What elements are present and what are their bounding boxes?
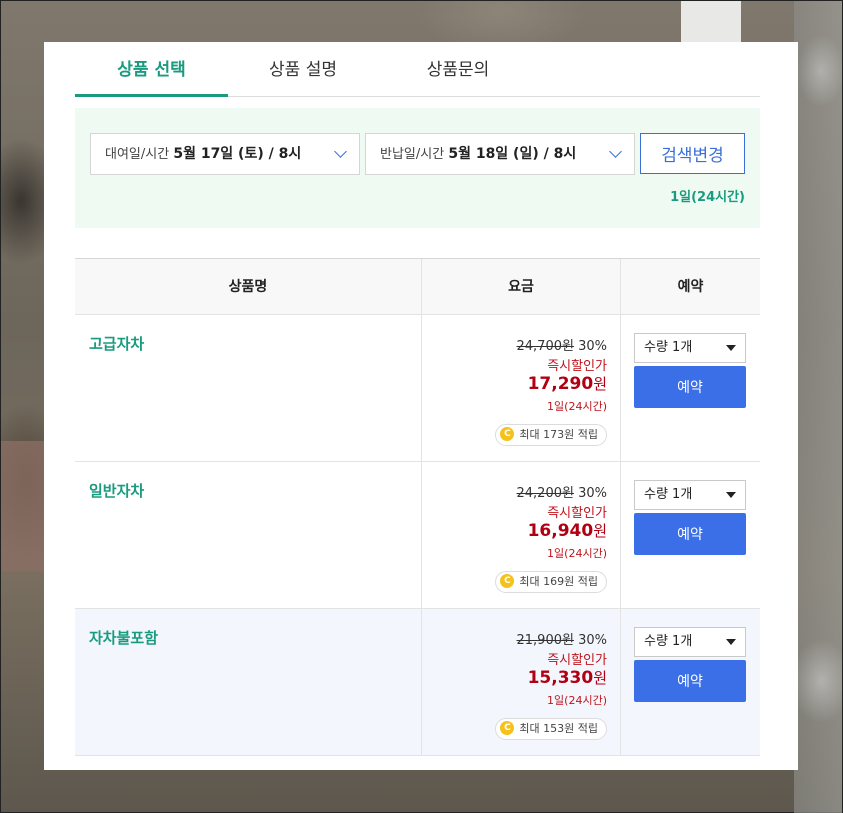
original-price-value: 21,900원: [516, 633, 574, 648]
discount-price-value: 15,330: [527, 668, 594, 688]
price-duration: 1일(24시간): [547, 547, 607, 560]
product-panel: 상품 선택 상품 설명 상품문의 대여일/시간 5월 17일 (토) / 8시 …: [44, 42, 798, 770]
search-box: 대여일/시간 5월 17일 (토) / 8시 반납일/시간 5월 18일 (일)…: [75, 108, 760, 228]
table-row: 일반자차 24,200원 30% 즉시할인가 16,940원 1일(24시간) …: [75, 462, 760, 609]
booking-cell: 수량 1개 예약: [621, 462, 760, 608]
points-badge: C 최대 173원 적립: [495, 424, 607, 446]
discount-price-value: 16,940: [527, 521, 594, 541]
instant-discount-label: 즉시할인가: [547, 506, 607, 521]
original-price-value: 24,200원: [516, 486, 574, 501]
coin-icon: C: [500, 427, 515, 441]
product-name-link[interactable]: 고급자차: [89, 333, 144, 354]
price-cell: 21,900원 30% 즉시할인가 15,330원 1일(24시간) C 최대 1…: [422, 609, 621, 755]
return-date-label: 반납일/시간: [380, 147, 445, 162]
instant-discount-label: 즉시할인가: [547, 359, 607, 374]
points-text: 최대 173원 적립: [519, 428, 598, 441]
points-text: 최대 169원 적립: [519, 575, 598, 588]
quantity-value: 수량 1개: [644, 340, 693, 355]
background-road: [794, 1, 842, 813]
discount-price-value: 17,290: [527, 374, 594, 394]
rental-date-value: 5월 17일 (토) / 8시: [173, 146, 302, 162]
price-duration: 1일(24시간): [547, 694, 607, 707]
discount-price: 15,330원: [528, 667, 607, 688]
product-table: 상품명 요금 예약 고급자차 24,700원 30% 즉시할인가 17,290원…: [75, 258, 760, 756]
caret-down-icon: [726, 639, 736, 645]
price-cell: 24,700원 30% 즉시할인가 17,290원 1일(24시간) C 최대 1…: [422, 315, 621, 461]
original-price-value: 24,700원: [516, 339, 574, 354]
original-price: 21,900원 30%: [517, 629, 608, 648]
booking-cell: 수량 1개 예약: [621, 315, 760, 461]
caret-down-icon: [726, 492, 736, 498]
currency-unit: 원: [593, 669, 607, 687]
points-text: 최대 153원 적립: [519, 722, 598, 735]
rental-duration: 1일(24시간): [670, 190, 745, 205]
rental-date-select[interactable]: 대여일/시간 5월 17일 (토) / 8시: [90, 133, 360, 175]
tab-product-inquiry[interactable]: 상품문의: [378, 42, 538, 97]
caret-down-icon: [726, 345, 736, 351]
quantity-select[interactable]: 수량 1개: [634, 333, 746, 363]
search-change-button[interactable]: 검색변경: [640, 133, 745, 174]
return-date-value: 5월 18일 (일) / 8시: [448, 146, 577, 162]
book-button[interactable]: 예약: [634, 513, 746, 555]
table-row: 자차불포함 21,900원 30% 즉시할인가 15,330원 1일(24시간)…: [75, 609, 760, 756]
return-date-select[interactable]: 반납일/시간 5월 18일 (일) / 8시: [365, 133, 635, 175]
coin-icon: C: [500, 574, 515, 588]
booking-cell: 수량 1개 예약: [621, 609, 760, 755]
product-name-cell: 고급자차: [75, 315, 422, 461]
discount-rate: 30%: [578, 633, 607, 648]
discount-rate: 30%: [578, 339, 607, 354]
background-building: [1, 441, 45, 571]
quantity-select[interactable]: 수량 1개: [634, 627, 746, 657]
rental-date-label: 대여일/시간: [105, 147, 170, 162]
original-price: 24,700원 30%: [517, 335, 608, 354]
product-name-cell: 일반자차: [75, 462, 422, 608]
product-name-link[interactable]: 일반자차: [89, 480, 144, 501]
book-button[interactable]: 예약: [634, 366, 746, 408]
header-product-name: 상품명: [75, 259, 422, 315]
price-duration: 1일(24시간): [547, 400, 607, 413]
tab-bar: 상품 선택 상품 설명 상품문의: [75, 42, 760, 97]
points-badge: C 최대 169원 적립: [495, 571, 607, 593]
discount-rate: 30%: [578, 486, 607, 501]
points-badge: C 최대 153원 적립: [495, 718, 607, 740]
coin-icon: C: [500, 721, 515, 735]
instant-discount-label: 즉시할인가: [547, 653, 607, 668]
product-name-link[interactable]: 자차불포함: [89, 627, 158, 648]
tab-product-description[interactable]: 상품 설명: [228, 42, 378, 97]
chevron-down-icon: [334, 145, 347, 158]
header-booking: 예약: [677, 279, 704, 295]
price-cell: 24,200원 30% 즉시할인가 16,940원 1일(24시간) C 최대 1…: [422, 462, 621, 608]
header-price: 요금: [422, 259, 621, 315]
original-price: 24,200원 30%: [517, 482, 608, 501]
table-row: 고급자차 24,700원 30% 즉시할인가 17,290원 1일(24시간) …: [75, 315, 760, 462]
discount-price: 17,290원: [528, 373, 607, 394]
product-name-cell: 자차불포함: [75, 609, 422, 755]
background-roof: [681, 1, 741, 43]
quantity-value: 수량 1개: [644, 634, 693, 649]
table-header: 상품명 요금 예약: [75, 258, 760, 315]
tab-product-select[interactable]: 상품 선택: [75, 42, 228, 97]
book-button[interactable]: 예약: [634, 660, 746, 702]
discount-price: 16,940원: [528, 520, 607, 541]
currency-unit: 원: [593, 375, 607, 393]
chevron-down-icon: [609, 145, 622, 158]
quantity-select[interactable]: 수량 1개: [634, 480, 746, 510]
quantity-value: 수량 1개: [644, 487, 693, 502]
currency-unit: 원: [593, 522, 607, 540]
